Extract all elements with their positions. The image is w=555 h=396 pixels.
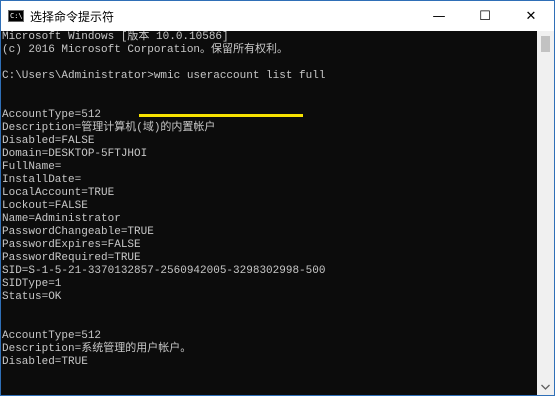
cmd-app-icon[interactable]: C:\	[8, 10, 24, 22]
command-prompt-window: C:\ 选择命令提示符 — ☐ ✕ Microsoft Windows [版本 …	[0, 0, 555, 396]
console-line: Disabled=TRUE	[2, 356, 88, 368]
console-line: (c) 2016 Microsoft Corporation。保留所有权利。	[2, 44, 289, 56]
scroll-thumb[interactable]	[541, 36, 550, 52]
title-bar[interactable]: C:\ 选择命令提示符 — ☐ ✕	[1, 1, 554, 31]
console-line: Description=系统管理的用户帐户。	[2, 343, 192, 355]
close-button[interactable]: ✕	[508, 1, 554, 31]
command-highlight-underline	[139, 114, 303, 117]
console-line: AccountType=512	[2, 330, 102, 342]
console-line: FullName=	[2, 161, 62, 173]
scroll-down-button[interactable]	[537, 378, 554, 395]
console-line: Status=OK	[2, 291, 62, 303]
console-line: SID=S-1-5-21-3370132857-2560942005-32983…	[2, 265, 326, 277]
console-output[interactable]: Microsoft Windows [版本 10.0.10586] (c) 20…	[1, 31, 537, 395]
console-line: PasswordChangeable=TRUE	[2, 226, 154, 238]
console-line: InstallDate=	[2, 174, 82, 186]
console-line: Name=Administrator	[2, 213, 121, 225]
window-title: 选择命令提示符	[30, 9, 115, 24]
console-line: Domain=DESKTOP-5FTJHOI	[2, 148, 148, 160]
command-line: C:\Users\Administrator>wmic useraccount …	[2, 70, 326, 82]
minimize-button[interactable]: —	[416, 1, 462, 31]
console-line: AccountType=512	[2, 109, 102, 121]
console-line: PasswordExpires=FALSE	[2, 239, 141, 251]
chevron-down-icon	[541, 384, 550, 390]
maximize-button[interactable]: ☐	[462, 1, 508, 31]
console-line: Lockout=FALSE	[2, 200, 88, 212]
vertical-scrollbar[interactable]	[537, 31, 554, 395]
console-line: Description=管理计算机(域)的内置帐户	[2, 122, 216, 134]
console-line: Disabled=FALSE	[2, 135, 95, 147]
console-line: PasswordRequired=TRUE	[2, 252, 141, 264]
console-line: LocalAccount=TRUE	[2, 187, 115, 199]
console-line: SIDType=1	[2, 278, 62, 290]
console-line: Microsoft Windows [版本 10.0.10586]	[2, 31, 229, 43]
